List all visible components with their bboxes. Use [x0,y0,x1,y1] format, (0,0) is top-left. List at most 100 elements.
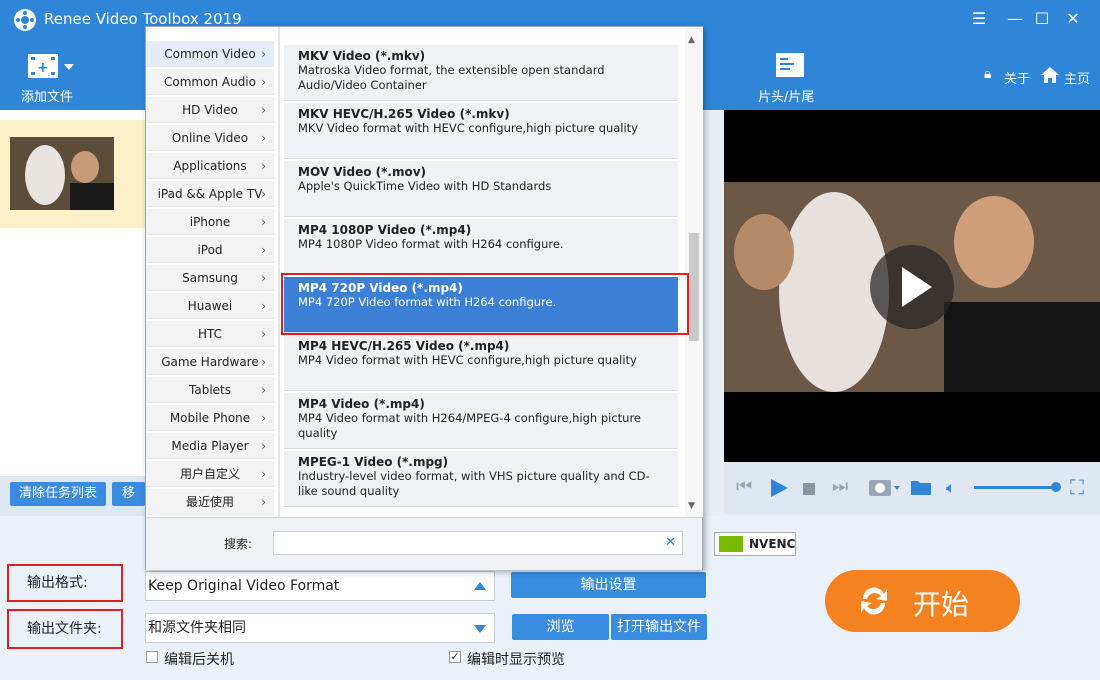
head-tail-button[interactable]: 片头/片尾 [755,48,825,105]
show-preview-label: 编辑时显示预览 [467,652,565,668]
output-settings-button[interactable]: 输出设置 [511,572,706,598]
search-input[interactable]: ✕ [273,531,683,555]
category-item[interactable]: iPad && Apple TV › [146,181,274,207]
folder-icon[interactable] [910,478,932,496]
chevron-right-icon: › [261,355,266,369]
format-item[interactable]: MP4 Video (*.mp4) MP4 Video format with H… [284,393,678,449]
format-item[interactable]: MP4 HEVC/H.265 Video (*.mp4) MP4 Video fo… [284,335,678,391]
category-item[interactable]: iPod › [146,237,274,263]
category-item[interactable]: HTC › [146,321,274,347]
add-film-icon: + [28,54,74,78]
home-label: 主页 [1064,72,1091,87]
open-output-folder-button[interactable]: 打开输出文件 [611,614,707,640]
intro-outro-icon [776,53,804,77]
category-item[interactable]: Media Player › [146,433,274,459]
category-item[interactable]: Samsung › [146,265,274,291]
category-label: Samsung [182,271,238,285]
output-folder-label: 输出文件夹: [7,609,123,649]
stop-icon[interactable] [803,483,815,495]
add-file-label: 添加文件 [21,90,74,105]
video-thumbnail [10,137,114,210]
shutdown-checkbox[interactable] [146,651,158,663]
format-description: Apple's QuickTime Video with HD Standard… [298,179,552,193]
format-item[interactable]: MKV Video (*.mkv) Matroska Video format, … [284,45,678,101]
previous-icon[interactable]: ⏮ [736,476,752,497]
show-preview-checkbox[interactable]: ✓ [449,651,461,663]
category-item[interactable]: iPhone › [146,209,274,235]
play-icon[interactable] [768,477,790,499]
format-description: MP4 Video format with H264/MPEG-4 config… [298,411,641,440]
chevron-right-icon: › [261,271,266,285]
nvenc-label: NVENC [749,537,796,551]
chevron-right-icon: › [261,215,266,229]
output-format-select[interactable]: Keep Original Video Format [145,571,495,601]
scrollbar-thumb[interactable] [689,233,699,341]
category-label: Media Player [171,439,249,453]
scroll-down-icon[interactable]: ▼ [688,501,695,511]
format-description: MP4 1080P Video format with H264 configu… [298,237,564,251]
format-item[interactable]: MP4 1080P Video (*.mp4) MP4 1080P Video f… [284,219,678,275]
maximize-button[interactable]: ☐ [1029,6,1055,32]
format-scrollbar[interactable]: ▲ ▼ [685,27,703,517]
chevron-right-icon: › [261,327,266,341]
category-item[interactable]: HD Video › [146,97,274,123]
category-item[interactable]: 用户自定义 › [146,461,274,487]
output-folder-value: 和源文件夹相同 [148,620,246,636]
chevron-right-icon: › [261,187,266,201]
add-file-button[interactable]: + 添加文件 [18,48,84,105]
format-name: MP4 1080P Video (*.mp4) [298,223,472,237]
next-icon[interactable]: ⏭ [832,476,848,497]
format-name: MP4 HEVC/H.265 Video (*.mp4) [298,339,510,353]
about-button[interactable]: 🔒︎ 关于 [984,66,1032,87]
close-button[interactable]: ✕ [1060,6,1086,32]
format-item[interactable]: MOV Video (*.mov) Apple's QuickTime Video… [284,161,678,217]
category-item[interactable]: Mobile Phone › [146,405,274,431]
format-item[interactable]: MKV HEVC/H.265 Video (*.mkv) MKV Video fo… [284,103,678,159]
camera-icon[interactable] [868,476,902,498]
search-label: 搜索: [224,537,253,551]
scroll-up-icon[interactable]: ▲ [688,35,695,45]
app-logo-icon [14,9,36,31]
category-label: 最近使用 [185,495,234,509]
format-name: MKV Video (*.mkv) [298,49,426,63]
volume-slider[interactable] [974,486,1056,489]
chevron-right-icon: › [261,299,266,313]
category-item[interactable]: 最近使用 › [146,489,274,515]
chevron-right-icon: › [261,159,266,173]
clear-task-list-button[interactable]: 清除任务列表 [10,482,106,506]
minimize-button[interactable]: — [1002,6,1028,32]
chevron-down-icon [474,625,486,633]
category-item[interactable]: Online Video › [146,125,274,151]
browse-button[interactable]: 浏览 [512,614,609,640]
category-item[interactable]: Common Video › [146,41,274,67]
fullscreen-icon[interactable]: ⛶ [1070,475,1084,499]
category-item[interactable]: Game Hardware › [146,349,274,375]
volume-icon[interactable]: 🔈︎ [946,478,956,498]
start-button[interactable]: 开始 [825,570,1020,632]
svg-text:+: + [37,60,49,76]
head-tail-label: 片头/片尾 [758,90,815,105]
category-label: Online Video [171,131,249,145]
category-label: HD Video [182,103,238,117]
menu-icon[interactable]: ☰ [966,6,992,32]
category-item[interactable]: Applications › [146,153,274,179]
chevron-right-icon: › [261,131,266,145]
clear-search-icon[interactable]: ✕ [665,535,676,550]
category-label: Applications [173,159,247,173]
home-button[interactable]: 主页 [1040,66,1096,87]
category-item[interactable]: Common Audio › [146,69,274,95]
category-item[interactable]: Tablets › [146,377,274,403]
output-folder-select[interactable]: 和源文件夹相同 [145,613,495,643]
format-description: MP4 Video format with HEVC configure,hig… [298,353,637,367]
category-item[interactable]: Huawei › [146,293,274,319]
chevron-right-icon: › [261,47,266,61]
category-label: HTC [197,327,223,341]
volume-handle[interactable] [1051,482,1061,492]
chevron-right-icon: › [261,75,266,89]
move-button[interactable]: 移 [112,482,145,506]
category-label: 用户自定义 [179,467,240,481]
refresh-icon [861,587,887,615]
chevron-up-icon [474,582,486,590]
format-item[interactable]: MPEG-1 Video (*.mpg) Industry-level video… [284,451,678,507]
nvenc-badge[interactable]: NVENC [714,532,796,556]
